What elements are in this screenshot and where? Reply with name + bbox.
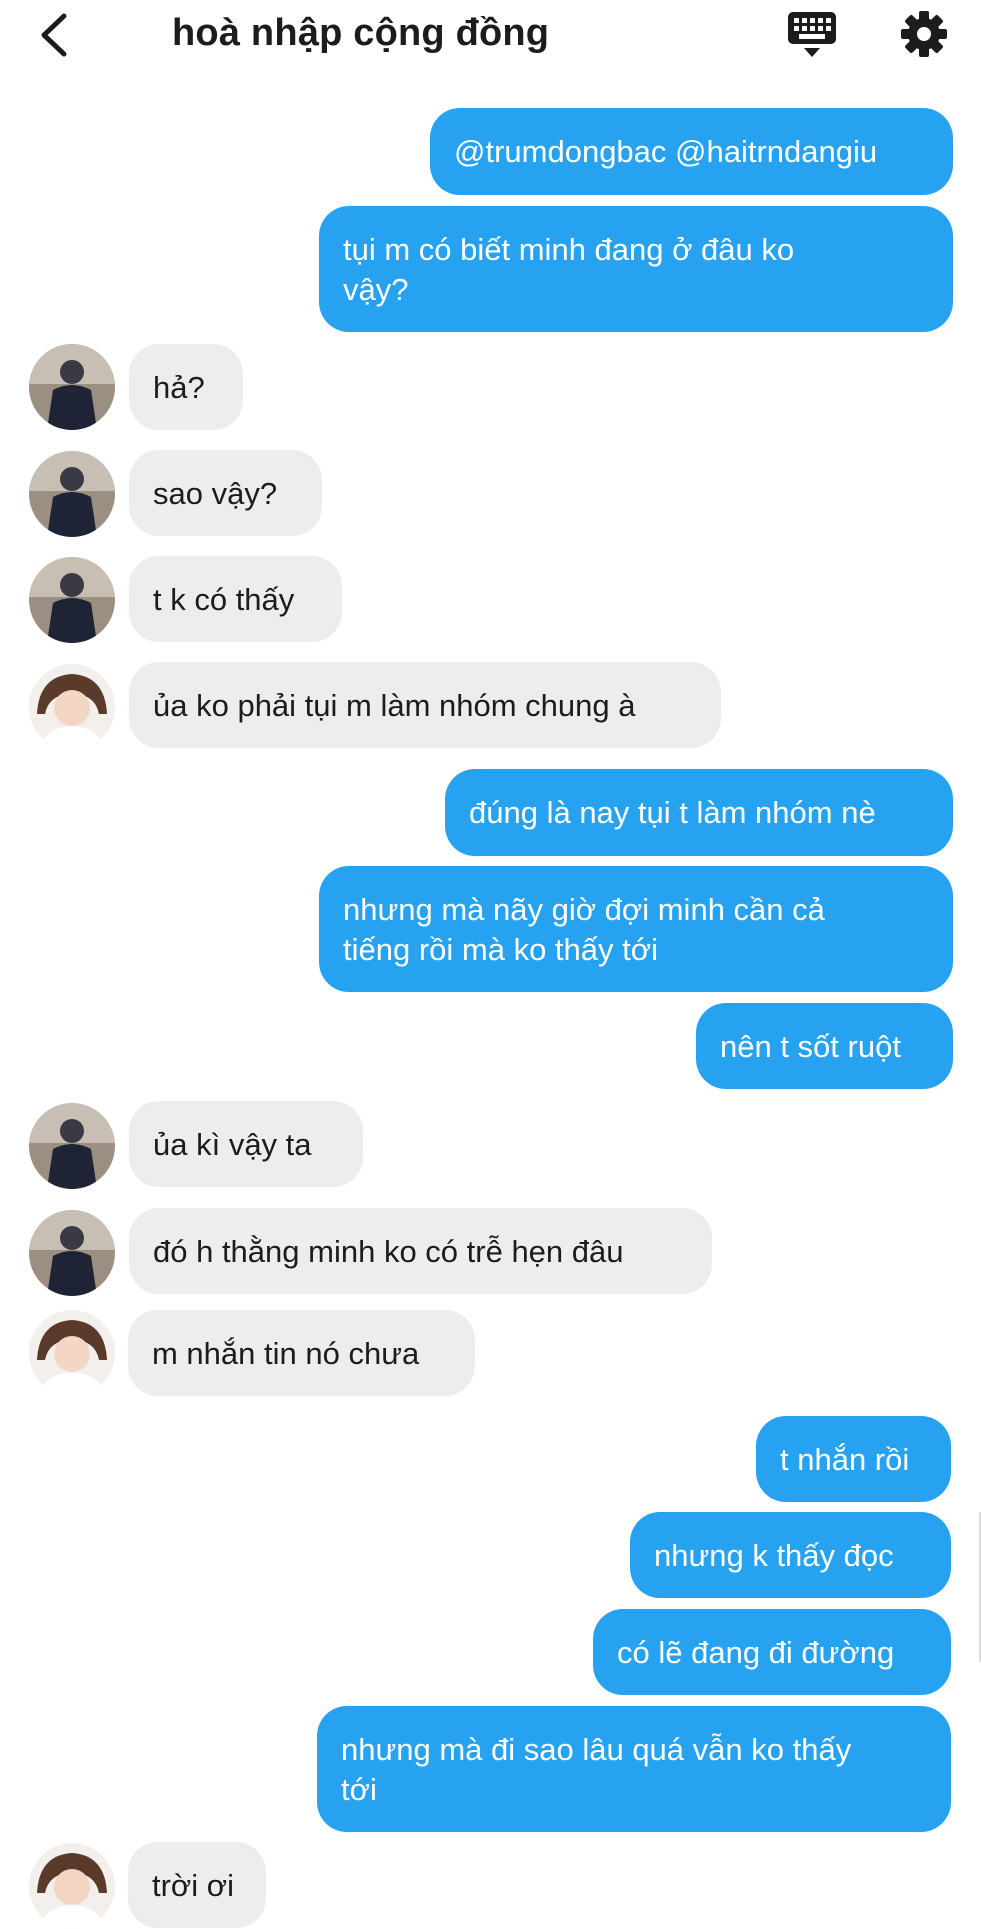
gear-icon [901,11,947,57]
person-photo-icon [29,664,115,750]
keyboard-icon [788,12,836,57]
avatar[interactable] [29,344,115,430]
outgoing-message[interactable]: t nhắn rồi [756,1416,951,1502]
outgoing-message[interactable]: nhưng k thấy đọc [630,1512,951,1598]
incoming-message[interactable]: sao vậy? [129,450,322,536]
chat-header: hoà nhập cộng đồng [0,0,981,70]
person-photo-icon [29,1103,115,1189]
avatar[interactable] [29,1103,115,1189]
incoming-message[interactable]: ủa kì vậy ta [129,1101,363,1187]
keyboard-button[interactable] [786,10,838,60]
person-photo-icon [29,1210,115,1296]
chevron-left-icon [41,13,67,57]
outgoing-message[interactable]: nhưng mà đi sao lâu quá vẫn ko thấy tới [317,1706,951,1832]
outgoing-message[interactable]: đúng là nay tụi t làm nhóm nè [445,769,953,856]
incoming-message[interactable]: ủa ko phải tụi m làm nhóm chung à [129,662,721,748]
person-photo-icon [29,344,115,430]
person-photo-icon [29,1310,115,1396]
incoming-message[interactable]: đó h thằng minh ko có trễ hẹn đâu [129,1208,712,1294]
incoming-message[interactable]: trời ơi [128,1842,266,1928]
back-button[interactable] [34,10,74,60]
person-photo-icon [29,451,115,537]
avatar[interactable] [29,451,115,537]
settings-button[interactable] [898,8,950,60]
avatar[interactable] [29,1843,115,1929]
person-photo-icon [29,557,115,643]
outgoing-message[interactable]: nên t sốt ruột [696,1003,953,1089]
conversation-title: hoà nhập cộng đồng [172,12,550,54]
person-photo-icon [29,1843,115,1929]
outgoing-message[interactable]: tụi m có biết minh đang ở đâu ko vậy? [319,206,953,332]
avatar[interactable] [29,1310,115,1396]
outgoing-message[interactable]: nhưng mà nãy giờ đợi minh cần cả tiếng r… [319,866,953,992]
incoming-message[interactable]: t k có thấy [129,556,342,642]
incoming-message[interactable]: m nhắn tin nó chưa [128,1310,475,1396]
incoming-message[interactable]: hả? [129,344,243,430]
outgoing-message[interactable]: @trumdongbac @haitrndangiu [430,108,953,195]
avatar[interactable] [29,664,115,750]
outgoing-message[interactable]: có lẽ đang đi đường [593,1609,951,1695]
avatar[interactable] [29,1210,115,1296]
avatar[interactable] [29,557,115,643]
